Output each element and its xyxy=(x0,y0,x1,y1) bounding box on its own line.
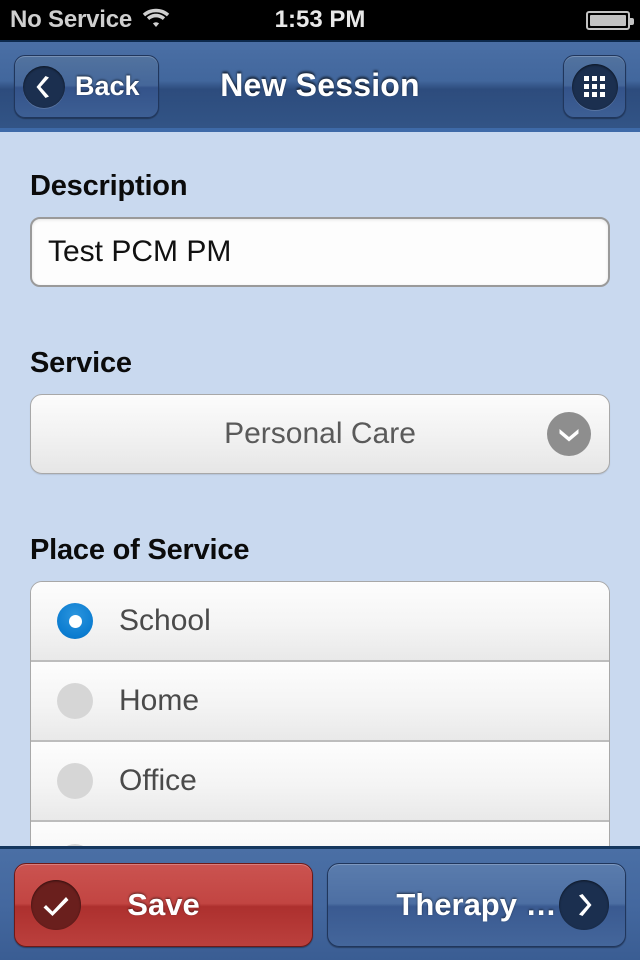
radio-button-icon[interactable] xyxy=(57,683,93,719)
status-time: 1:53 PM xyxy=(274,6,366,33)
app-screen: No Service 1:53 PM Back New Session Desc… xyxy=(0,0,640,960)
radio-option-label: Office xyxy=(119,764,197,797)
radio-option-home[interactable]: Home xyxy=(31,662,609,742)
save-button-label: Save xyxy=(127,886,200,922)
radio-button-selected-icon[interactable] xyxy=(57,603,93,639)
status-bar: No Service 1:53 PM xyxy=(0,0,640,40)
service-label: Service xyxy=(30,347,132,379)
chevron-right-icon xyxy=(559,879,609,930)
battery-fill xyxy=(590,15,626,26)
description-input-value: Test PCM PM xyxy=(48,235,232,268)
radio-option-label: Home xyxy=(119,684,200,717)
grid-menu-icon xyxy=(571,63,618,110)
service-group: Service Personal Care xyxy=(0,347,640,474)
service-select-value: Personal Care xyxy=(224,417,416,450)
save-button[interactable]: Save xyxy=(14,862,313,947)
description-input[interactable]: Test PCM PM xyxy=(30,217,610,287)
description-group: Description Test PCM PM xyxy=(0,170,640,287)
description-label: Description xyxy=(30,170,188,202)
therapy-next-button-label: Therapy … xyxy=(396,886,557,922)
service-select[interactable]: Personal Care xyxy=(30,394,610,474)
navigation-bar: Back New Session xyxy=(0,40,640,132)
radio-option-office[interactable]: Office xyxy=(31,742,609,822)
page-title: New Session xyxy=(220,66,420,103)
radio-option-school[interactable]: School xyxy=(31,582,609,662)
therapy-next-button[interactable]: Therapy … xyxy=(327,862,626,947)
grid-menu-button[interactable] xyxy=(563,55,626,118)
battery-icon xyxy=(586,11,634,30)
check-circle-icon xyxy=(31,879,81,930)
radio-button-icon[interactable] xyxy=(57,763,93,799)
place-of-service-label: Place of Service xyxy=(30,534,250,566)
radio-option-label: School xyxy=(119,604,211,637)
bottom-toolbar: Save Therapy … xyxy=(0,846,640,960)
chevron-down-icon[interactable] xyxy=(547,412,591,456)
form-content: Description Test PCM PM Service Personal… xyxy=(0,136,640,960)
